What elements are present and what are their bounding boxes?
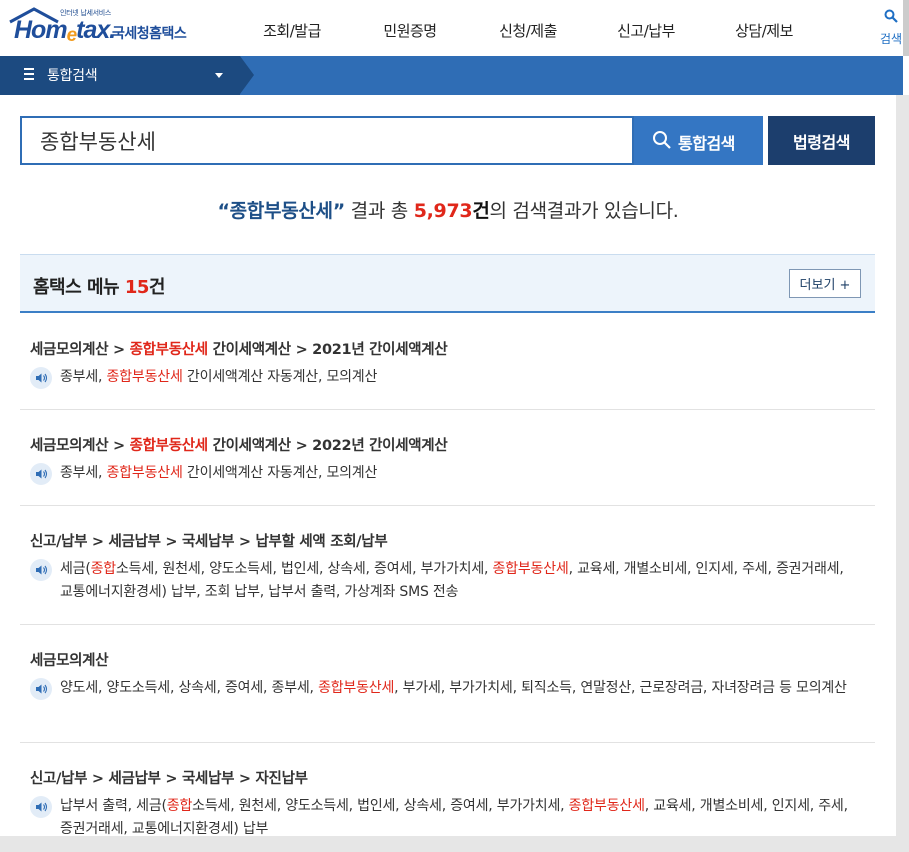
speaker-icon (30, 678, 52, 700)
summary-quote-close: ” (332, 200, 345, 222)
result-summary: “종합부동산세” 결과 총 5,973건의 검색결과가 있습니다. (0, 196, 896, 223)
search-icon (884, 9, 898, 23)
header-search-button[interactable]: 검색 (876, 8, 906, 47)
result-description: 세금(종합소득세, 원천세, 양도소득세, 법인세, 상속세, 증여세, 부가가… (60, 561, 844, 600)
hometax-logo[interactable]: 인터넷 납세서비스 Hometax. 국세청홈택스 (8, 6, 193, 50)
breadcrumb-bar: 통합검색 (0, 56, 903, 95)
summary-text: 결과 총 (344, 200, 414, 222)
breadcrumb-dropdown[interactable]: 통합검색 (0, 56, 240, 95)
main-nav: 조회/발급 민원증명 신청/제출 신고/납부 상담/제보 (233, 0, 823, 56)
result-title[interactable]: 세금모의계산 (30, 649, 109, 670)
logo-korean-name: 국세청홈택스 (112, 26, 187, 42)
result-title[interactable]: 세금모의계산 > 종합부동산세 간이세액계산 > 2022년 간이세액계산 (30, 434, 448, 455)
summary-text-end: 의 검색결과가 있습니다. (489, 200, 679, 222)
result-title[interactable]: 신고/납부 > 세금납부 > 국세납부 > 자진납부 (30, 767, 308, 788)
list-item: 세금모의계산 > 종합부동산세 간이세액계산 > 2021년 간이세액계산 종부… (20, 314, 875, 410)
summary-keyword: 종합부동산세 (229, 200, 333, 222)
page-frame-right (896, 95, 909, 852)
summary-quote-open: “ (217, 200, 230, 222)
section-count: 15 (124, 277, 150, 298)
search-box (20, 116, 634, 165)
search-icon (653, 131, 671, 149)
more-button[interactable]: 더보기 + (789, 269, 861, 298)
breadcrumb-label: 통합검색 (47, 68, 98, 84)
speaker-icon (30, 796, 52, 818)
result-title[interactable]: 세금모의계산 > 종합부동산세 간이세액계산 > 2021년 간이세액계산 (30, 338, 448, 359)
law-search-button[interactable]: 법령검색 (768, 116, 875, 165)
integrated-search-label: 통합검색 (678, 134, 735, 153)
nav-item-consult[interactable]: 상담/제보 (705, 0, 823, 56)
menu-icon (24, 68, 34, 83)
result-description: 종부세, 종합부동산세 간이세액계산 자동계산, 모의계산 (60, 369, 378, 385)
result-description: 납부서 출력, 세금(종합소득세, 원천세, 양도소득세, 법인세, 상속세, … (60, 798, 848, 837)
list-item: 신고/납부 > 세금납부 > 국세납부 > 자진납부 납부서 출력, 세금(종합… (20, 743, 875, 837)
search-input[interactable] (40, 128, 610, 154)
nav-item-inquiry[interactable]: 조회/발급 (233, 0, 351, 56)
top-header: 인터넷 납세서비스 Hometax. 국세청홈택스 조회/발급 민원증명 신청/… (0, 0, 909, 56)
list-item: 세금모의계산 > 종합부동산세 간이세액계산 > 2022년 간이세액계산 종부… (20, 410, 875, 506)
integrated-search-button[interactable]: 통합검색 (634, 116, 763, 165)
chevron-down-icon (215, 73, 223, 78)
section-title: 홈택스 메뉴 15건 (33, 277, 166, 298)
logo-wordmark: Hometax. (14, 16, 116, 46)
list-item: 세금모의계산 양도세, 양도소득세, 상속세, 증여세, 종부세, 종합부동산세… (20, 625, 875, 743)
speaker-icon (30, 559, 52, 581)
summary-count: 5,973 (413, 200, 473, 222)
section-unit: 건 (148, 277, 166, 298)
hometax-menu-section-header: 홈택스 메뉴 15건 더보기 + (20, 254, 875, 313)
nav-item-certificate[interactable]: 민원증명 (351, 0, 469, 56)
speaker-icon (30, 367, 52, 389)
breadcrumb-arrow (240, 56, 254, 94)
speaker-icon (30, 463, 52, 485)
nav-item-application[interactable]: 신청/제출 (469, 0, 587, 56)
result-description: 양도세, 양도소득세, 상속세, 증여세, 종부세, 종합부동산세, 부가세, … (60, 680, 847, 696)
header-search-label: 검색 (879, 32, 903, 46)
list-item: 신고/납부 > 세금납부 > 국세납부 > 납부할 세액 조회/납부 세금(종합… (20, 506, 875, 625)
summary-unit: 건 (472, 200, 490, 222)
result-title[interactable]: 신고/납부 > 세금납부 > 국세납부 > 납부할 세액 조회/납부 (30, 530, 388, 551)
nav-item-filing[interactable]: 신고/납부 (587, 0, 705, 56)
result-description: 종부세, 종합부동산세 간이세액계산 자동계산, 모의계산 (60, 465, 378, 481)
